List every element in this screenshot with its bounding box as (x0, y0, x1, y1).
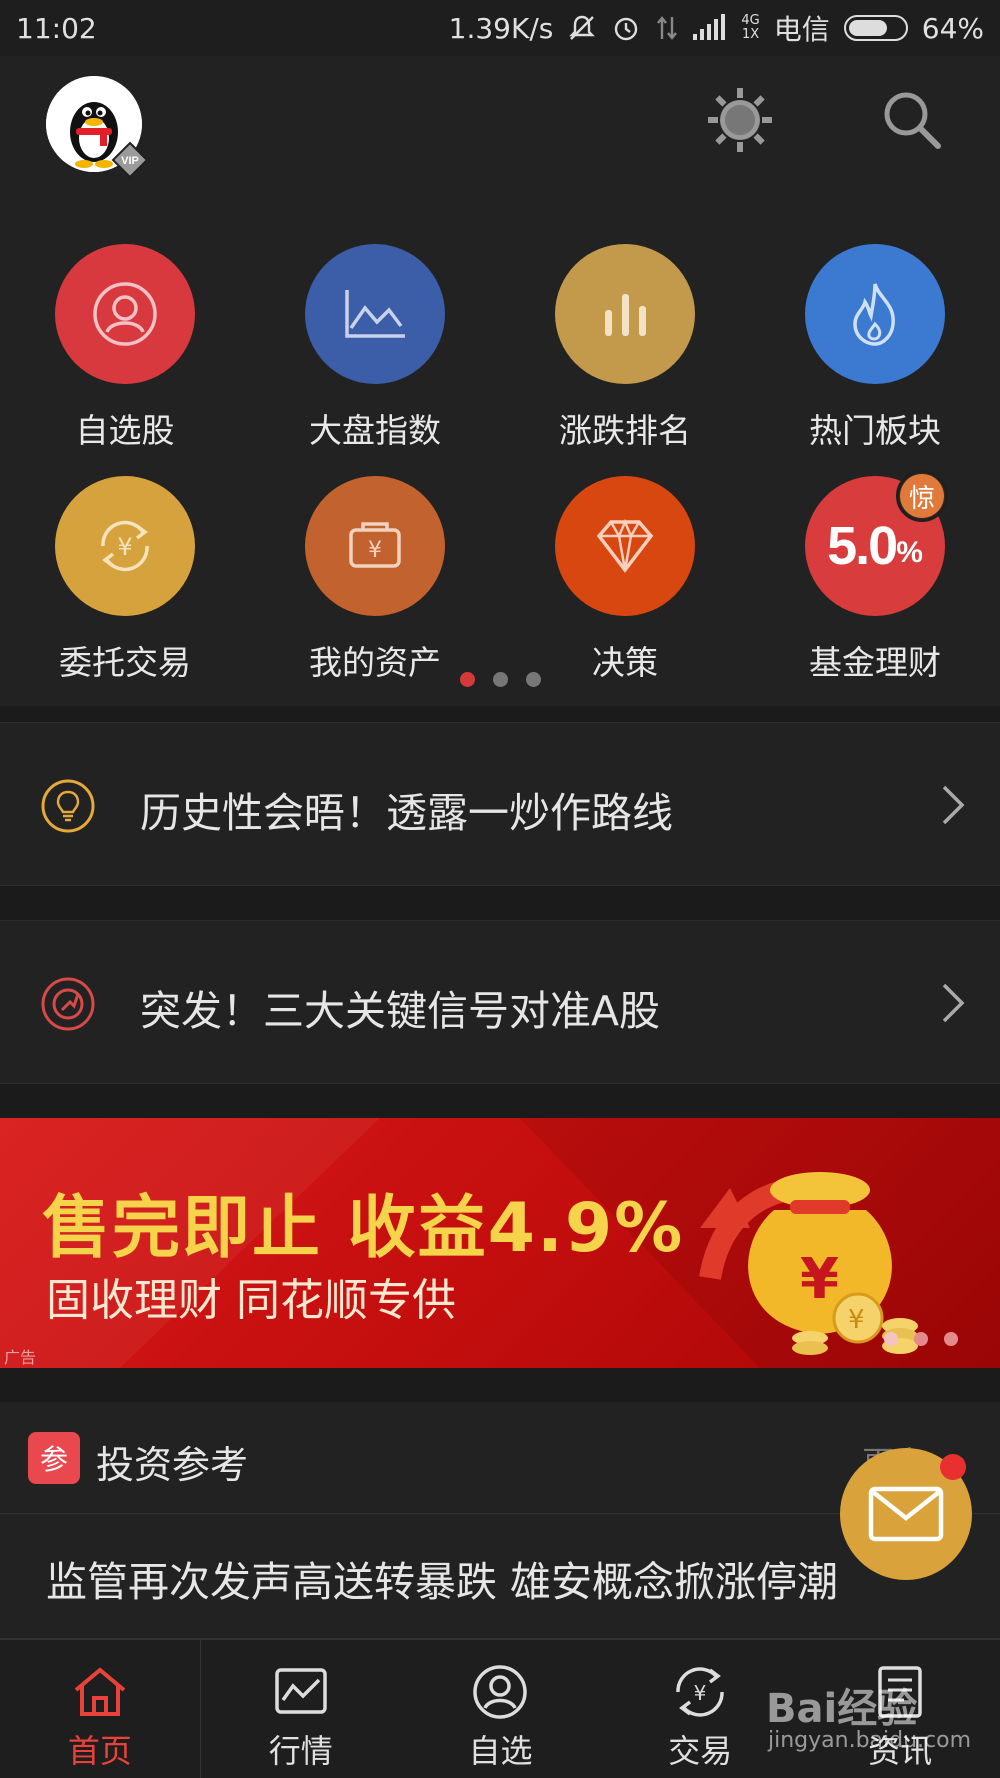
svg-text:¥: ¥ (117, 533, 132, 561)
shortcut-market-index[interactable]: 大盘指数 (250, 244, 500, 474)
shortcut-label: 涨跌排名 (559, 411, 691, 450)
shortcut-label: 自选股 (75, 411, 175, 450)
shortcut-watchlist[interactable]: 自选股 (0, 244, 250, 474)
wallet-icon: ¥ (305, 476, 445, 616)
vip-badge-icon: VIP (111, 141, 149, 179)
watermark-brand: Bai经验 (766, 1686, 918, 1732)
pager-dot[interactable] (884, 1332, 898, 1346)
line-chart-icon (305, 244, 445, 384)
data-arrows-icon (655, 13, 679, 43)
nav-label: 自选 (468, 1732, 533, 1770)
fund-rate-unit: % (896, 536, 923, 569)
banner-subline: 固收理财 同花顺专供 (46, 1275, 456, 1326)
status-right: 1.39K/s 4G 1X 电信 64% (449, 8, 984, 48)
shortcut-grid: 自选股 大盘指数 涨跌排名 热门板块 ¥ 委托交易 ¥ 我的资产 决策 5.0 … (0, 184, 1000, 706)
nav-home[interactable]: 首页 (0, 1640, 201, 1778)
signal-icon (693, 14, 727, 42)
ad-tag: 广告 (4, 1348, 37, 1367)
nav-watchlist[interactable]: 自选 (401, 1640, 601, 1778)
mail-icon (868, 1486, 944, 1542)
surprise-badge: 惊 (896, 470, 948, 522)
mute-icon (567, 13, 597, 43)
chevron-right-icon (942, 785, 965, 825)
grid-pager[interactable] (0, 672, 1000, 687)
lightbulb-icon (41, 779, 95, 833)
unread-dot (940, 1454, 966, 1480)
banner-pager[interactable] (884, 1332, 958, 1346)
battery-icon (843, 15, 908, 41)
reference-headline: 监管再次发声高送转暴跌 雄安概念掀涨停潮 (46, 1558, 839, 1606)
diamond-icon (555, 476, 695, 616)
pager-dot[interactable] (944, 1332, 958, 1346)
app-screen: 11:02 1.39K/s 4G 1X 电信 64% VIP 自选股 大盘指数 … (0, 0, 1000, 1778)
watermark-url: jingyan.baidu.com (768, 1728, 972, 1753)
news-title: 历史性会晤！透露一炒作路线 (140, 789, 673, 837)
banner-headline: 售完即止 收益4.9% (42, 1189, 685, 1268)
svg-text:VIP: VIP (121, 155, 139, 167)
status-bar: 11:02 1.39K/s 4G 1X 电信 64% (0, 0, 1000, 56)
nav-label: 行情 (268, 1732, 333, 1770)
section-title: 投资参考 (96, 1443, 249, 1487)
net-type: 4G 1X (741, 13, 760, 42)
theme-toggle-icon[interactable] (706, 86, 774, 154)
svg-text:¥: ¥ (848, 1305, 865, 1335)
fund-rate-value: 5.0 (827, 516, 898, 576)
bar-chart-icon (555, 244, 695, 384)
user-circle-icon (473, 1665, 528, 1719)
yuan-exchange-icon: ¥ (55, 476, 195, 616)
net-speed: 1.39K/s (448, 11, 554, 45)
svg-text:¥: ¥ (694, 1681, 707, 1705)
search-icon[interactable] (880, 88, 944, 152)
shortcut-label: 热门板块 (809, 411, 941, 450)
top-header: VIP (0, 56, 1000, 184)
chevron-right-icon (942, 983, 965, 1023)
shortcut-hot-sectors[interactable]: 热门板块 (750, 244, 1000, 474)
trade-yuan-icon: ¥ (676, 1667, 725, 1717)
shortcut-label: 大盘指数 (309, 411, 441, 450)
news-item-1[interactable]: 历史性会晤！透露一炒作路线 (0, 722, 1000, 886)
pager-dot[interactable] (492, 672, 508, 687)
svg-text:¥: ¥ (800, 1247, 839, 1312)
signal-target-icon (41, 977, 95, 1031)
news-item-2[interactable]: 突发！三大关键信号对准A股 (0, 920, 1000, 1084)
news-title: 突发！三大关键信号对准A股 (140, 987, 661, 1035)
reference-icon: 参 (28, 1432, 80, 1484)
market-chart-icon (274, 1668, 327, 1714)
status-time: 11:02 (16, 11, 97, 45)
pager-dot[interactable] (914, 1332, 928, 1346)
carrier: 电信 (773, 13, 830, 46)
flame-icon (805, 244, 945, 384)
home-icon (74, 1667, 126, 1716)
nav-label: 首页 (67, 1732, 132, 1770)
shortcut-ranking[interactable]: 涨跌排名 (500, 244, 750, 474)
watchlist-icon (55, 244, 195, 384)
pager-dot[interactable] (459, 672, 475, 687)
nav-market[interactable]: 行情 (201, 1640, 401, 1778)
battery-level: 64% (921, 11, 984, 45)
alarm-icon (611, 13, 641, 43)
pager-dot[interactable] (525, 672, 541, 687)
promo-banner[interactable]: 售完即止 收益4.9% 固收理财 同花顺专供 ¥ ¥ 广告 (0, 1118, 1000, 1368)
svg-text:¥: ¥ (368, 538, 382, 563)
